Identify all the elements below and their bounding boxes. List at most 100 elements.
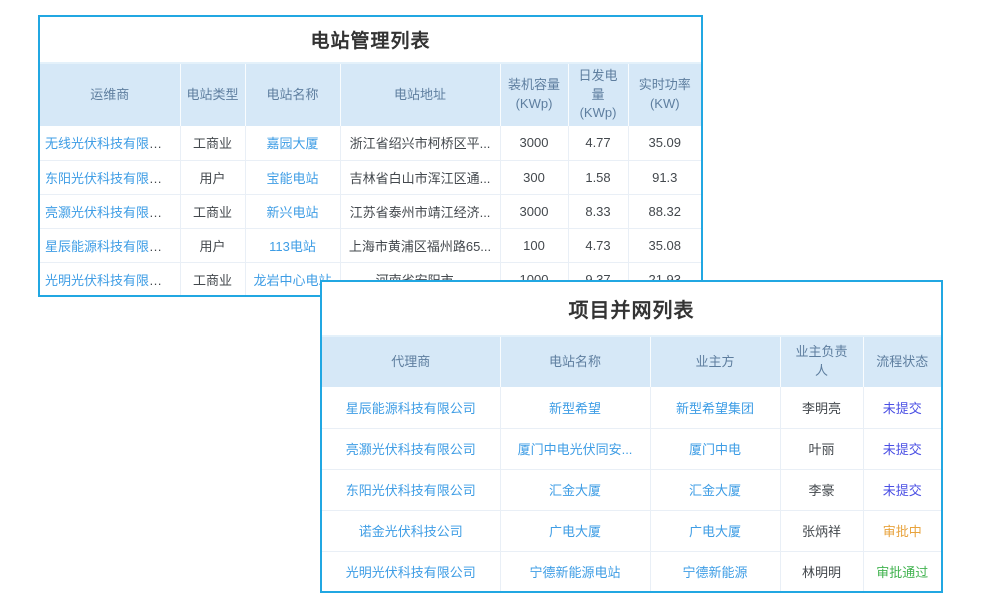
grid-connection-title: 项目并网列表 [322, 282, 941, 335]
cell-owner-contact: 李明亮 [780, 387, 863, 428]
cell-owner: 汇金大厦 [650, 469, 780, 510]
cell-operator: 无线光伏科技有限公司 [40, 126, 180, 160]
station-table-body: 无线光伏科技有限公司 工商业 嘉园大厦 浙江省绍兴市柯桥区平... 3000 4… [40, 126, 701, 296]
station-name-link[interactable]: 新兴电站 [266, 205, 318, 220]
station-name-link[interactable]: 广电大厦 [549, 524, 601, 539]
station-name-link[interactable]: 嘉园大厦 [266, 136, 318, 151]
cell-station-address: 上海市黄浦区福州路65... [340, 228, 500, 262]
agent-link[interactable]: 诺金光伏科技公司 [359, 524, 463, 539]
cell-realtime-power: 35.08 [628, 228, 701, 262]
cell-daily-energy: 1.58 [568, 160, 628, 194]
grid-connection-table: 项目并网列表 代理商 电站名称 业主方 业主负责人 流程状态 星辰能源科技有限公… [320, 280, 943, 593]
station-management-grid: 运维商 电站类型 电站名称 电站地址 装机容量(KWp) 日发电量(KWp) 实… [40, 62, 701, 296]
cell-installed-capacity: 300 [500, 160, 568, 194]
col-operator: 运维商 [40, 63, 180, 126]
operator-link[interactable]: 无线光伏科技有限公司 [45, 136, 175, 151]
station-management-table: 电站管理列表 运维商 电站类型 电站名称 电站地址 装机容量(KWp) 日发电量… [38, 15, 703, 297]
status-badge: 未提交 [883, 442, 922, 457]
table-row: 诺金光伏科技公司 广电大厦 广电大厦 张炳祥 审批中 [322, 510, 941, 551]
cell-realtime-power: 35.09 [628, 126, 701, 160]
cell-owner: 广电大厦 [650, 510, 780, 551]
cell-status: 审批通过 [863, 551, 941, 592]
status-badge: 未提交 [883, 483, 922, 498]
cell-station-type: 工商业 [180, 126, 245, 160]
col-station-name: 电站名称 [245, 63, 340, 126]
agent-link[interactable]: 光明光伏科技有限公司 [346, 565, 476, 580]
owner-link[interactable]: 新型希望集团 [676, 401, 754, 416]
cell-daily-energy: 4.77 [568, 126, 628, 160]
table-row: 光明光伏科技有限公司 宁德新能源电站 宁德新能源 林明明 审批通过 [322, 551, 941, 592]
cell-station-address: 浙江省绍兴市柯桥区平... [340, 126, 500, 160]
status-badge: 未提交 [883, 401, 922, 416]
table-row: 星辰能源科技有限公司 用户 113电站 上海市黄浦区福州路65... 100 4… [40, 228, 701, 262]
owner-link[interactable]: 厦门中电 [689, 442, 741, 457]
station-name-link[interactable]: 厦门中电光伏同安... [518, 442, 633, 457]
station-name-link[interactable]: 宁德新能源电站 [529, 565, 620, 580]
station-name-link[interactable]: 汇金大厦 [549, 483, 601, 498]
cell-agent: 东阳光伏科技有限公司 [322, 469, 500, 510]
cell-status: 未提交 [863, 387, 941, 428]
cell-owner-contact: 叶丽 [780, 428, 863, 469]
cell-daily-energy: 8.33 [568, 194, 628, 228]
cell-owner: 宁德新能源 [650, 551, 780, 592]
owner-link[interactable]: 广电大厦 [689, 524, 741, 539]
cell-agent: 星辰能源科技有限公司 [322, 387, 500, 428]
operator-link[interactable]: 星辰能源科技有限公司 [45, 239, 175, 254]
agent-link[interactable]: 星辰能源科技有限公司 [346, 401, 476, 416]
cell-station-address: 吉林省白山市浑江区通... [340, 160, 500, 194]
grid-connection-grid: 代理商 电站名称 业主方 业主负责人 流程状态 星辰能源科技有限公司 新型希望 … [322, 335, 941, 592]
operator-link[interactable]: 东阳光伏科技有限公司 [45, 171, 175, 186]
station-name-link[interactable]: 新型希望 [549, 401, 601, 416]
cell-operator: 星辰能源科技有限公司 [40, 228, 180, 262]
cell-owner-contact: 林明明 [780, 551, 863, 592]
cell-owner: 新型希望集团 [650, 387, 780, 428]
table-row: 亮灏光伏科技有限公司 厦门中电光伏同安... 厦门中电 叶丽 未提交 [322, 428, 941, 469]
col-owner-contact: 业主负责人 [780, 336, 863, 387]
station-management-title: 电站管理列表 [40, 17, 701, 62]
cell-station-name: 新兴电站 [245, 194, 340, 228]
col-installed-capacity: 装机容量(KWp) [500, 63, 568, 126]
status-badge: 审批中 [883, 524, 922, 539]
grid-table-body: 星辰能源科技有限公司 新型希望 新型希望集团 李明亮 未提交 亮灏光伏科技有限公… [322, 387, 941, 592]
cell-station-name: 宁德新能源电站 [500, 551, 650, 592]
cell-station-name: 嘉园大厦 [245, 126, 340, 160]
table-row: 东阳光伏科技有限公司 用户 宝能电站 吉林省白山市浑江区通... 300 1.5… [40, 160, 701, 194]
cell-station-name: 汇金大厦 [500, 469, 650, 510]
cell-status: 未提交 [863, 469, 941, 510]
col-realtime-power: 实时功率(KW) [628, 63, 701, 126]
station-name-link[interactable]: 113电站 [269, 239, 316, 254]
cell-station-name: 新型希望 [500, 387, 650, 428]
cell-owner-contact: 李豪 [780, 469, 863, 510]
cell-installed-capacity: 100 [500, 228, 568, 262]
col-process-status: 流程状态 [863, 336, 941, 387]
operator-link[interactable]: 亮灏光伏科技有限公司 [45, 205, 175, 220]
cell-station-name: 宝能电站 [245, 160, 340, 194]
col-agent: 代理商 [322, 336, 500, 387]
station-name-link[interactable]: 宝能电站 [266, 171, 318, 186]
col-station-name: 电站名称 [500, 336, 650, 387]
cell-daily-energy: 4.73 [568, 228, 628, 262]
cell-station-name: 广电大厦 [500, 510, 650, 551]
cell-station-address: 江苏省泰州市靖江经济... [340, 194, 500, 228]
cell-owner-contact: 张炳祥 [780, 510, 863, 551]
cell-agent: 诺金光伏科技公司 [322, 510, 500, 551]
cell-agent: 亮灏光伏科技有限公司 [322, 428, 500, 469]
owner-link[interactable]: 汇金大厦 [689, 483, 741, 498]
cell-operator: 光明光伏科技有限公司 [40, 262, 180, 296]
owner-link[interactable]: 宁德新能源 [682, 565, 747, 580]
col-daily-energy: 日发电量(KWp) [568, 63, 628, 126]
header-row: 运维商 电站类型 电站名称 电站地址 装机容量(KWp) 日发电量(KWp) 实… [40, 63, 701, 126]
cell-operator: 亮灏光伏科技有限公司 [40, 194, 180, 228]
cell-realtime-power: 91.3 [628, 160, 701, 194]
grid-table-header: 代理商 电站名称 业主方 业主负责人 流程状态 [322, 336, 941, 387]
table-row: 星辰能源科技有限公司 新型希望 新型希望集团 李明亮 未提交 [322, 387, 941, 428]
cell-station-type: 工商业 [180, 262, 245, 296]
cell-installed-capacity: 3000 [500, 126, 568, 160]
agent-link[interactable]: 东阳光伏科技有限公司 [346, 483, 476, 498]
col-station-address: 电站地址 [340, 63, 500, 126]
cell-station-type: 用户 [180, 228, 245, 262]
cell-status: 审批中 [863, 510, 941, 551]
station-table-header: 运维商 电站类型 电站名称 电站地址 装机容量(KWp) 日发电量(KWp) 实… [40, 63, 701, 126]
operator-link[interactable]: 光明光伏科技有限公司 [45, 273, 175, 288]
agent-link[interactable]: 亮灏光伏科技有限公司 [346, 442, 476, 457]
